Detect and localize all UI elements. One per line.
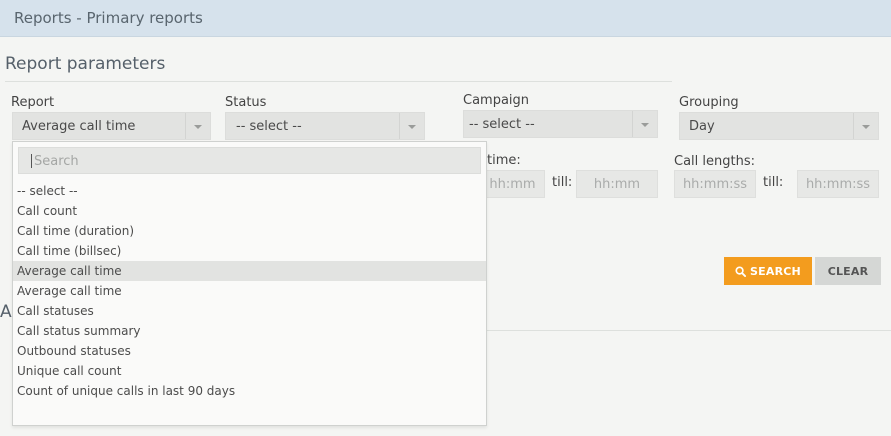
section-title: Report parameters	[5, 54, 166, 74]
dropdown-search-input[interactable]: Search	[18, 147, 481, 174]
report-select-value: Average call time	[22, 119, 136, 134]
call-lengths-till-placeholder: hh:mm:ss	[805, 177, 871, 192]
status-select[interactable]: -- select --	[225, 112, 425, 140]
grouping-select-value: Day	[689, 119, 715, 134]
search-icon	[735, 265, 747, 277]
dropdown-option[interactable]: Outbound statuses	[13, 341, 486, 361]
dropdown-option[interactable]: Call statuses	[13, 301, 486, 321]
call-lengths-till-label: till:	[763, 175, 784, 190]
call-lengths-from-input[interactable]: hh:mm:ss	[674, 170, 756, 198]
call-time-till-placeholder: hh:mm	[593, 177, 641, 192]
dropdown-option[interactable]: Call time (billsec)	[13, 241, 486, 261]
dropdown-options-list: -- select -- Call count Call time (duratio…	[13, 181, 486, 401]
dropdown-option[interactable]: Unique call count	[13, 361, 486, 381]
campaign-select-arrow[interactable]	[632, 111, 657, 137]
dropdown-option[interactable]: Count of unique calls in last 90 days	[13, 381, 486, 401]
call-time-till-input[interactable]: hh:mm	[576, 170, 658, 198]
dropdown-option[interactable]: Average call time	[13, 281, 486, 301]
call-lengths-till-input[interactable]: hh:mm:ss	[797, 170, 879, 198]
report-select[interactable]: Average call time	[12, 112, 211, 140]
report-label: Report	[11, 95, 55, 110]
report-dropdown[interactable]: Search -- select -- Call count Call time (…	[12, 141, 487, 426]
dropdown-option[interactable]: Call status summary	[13, 321, 486, 341]
call-time-till-label: till:	[552, 175, 573, 190]
clear-button[interactable]: CLEAR	[815, 257, 881, 285]
status-select-value: -- select --	[236, 119, 302, 134]
dropdown-option[interactable]: Call count	[13, 201, 486, 221]
section-divider	[5, 81, 672, 82]
campaign-select[interactable]: -- select --	[463, 110, 658, 138]
call-time-label: time:	[487, 153, 521, 168]
text-cursor	[31, 154, 32, 168]
grouping-select-arrow[interactable]	[853, 113, 878, 139]
status-label: Status	[225, 95, 267, 110]
results-section-title: A	[0, 302, 12, 322]
search-button-label: SEARCH	[750, 264, 801, 278]
call-lengths-from-placeholder: hh:mm:ss	[682, 177, 748, 192]
campaign-select-value: -- select --	[469, 117, 535, 132]
call-lengths-label: Call lengths:	[674, 154, 755, 169]
results-divider	[486, 330, 891, 331]
page-title: Reports - Primary reports	[14, 9, 203, 27]
report-select-arrow[interactable]	[185, 113, 210, 139]
dropdown-option[interactable]: Average call time	[13, 261, 486, 281]
grouping-select[interactable]: Day	[679, 112, 879, 140]
top-bar: Reports - Primary reports	[0, 0, 891, 37]
dropdown-search-placeholder: Search	[34, 154, 79, 169]
dropdown-option[interactable]: -- select --	[13, 181, 486, 201]
chevron-down-icon	[641, 123, 649, 127]
chevron-down-icon	[862, 125, 870, 129]
dropdown-option[interactable]: Call time (duration)	[13, 221, 486, 241]
grouping-label: Grouping	[679, 95, 739, 110]
clear-button-label: CLEAR	[827, 264, 869, 278]
chevron-down-icon	[194, 125, 202, 129]
campaign-label: Campaign	[463, 93, 530, 108]
status-select-arrow[interactable]	[399, 113, 424, 139]
chevron-down-icon	[408, 125, 416, 129]
search-button[interactable]: SEARCH	[724, 257, 812, 285]
